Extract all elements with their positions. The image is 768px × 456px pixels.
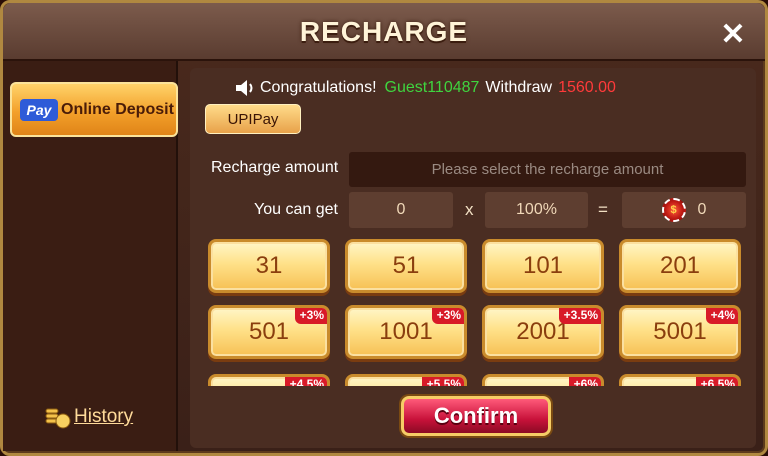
chip-icon: $ [661,198,686,222]
close-button[interactable]: ✕ [705,15,761,53]
amount-value: 1001 [379,318,433,345]
base-amount: 0 [349,192,453,228]
tab-upipay[interactable]: UPIPay [205,104,301,134]
amount-row-partial: +4.5% +5.5% +6% +6.5% [190,374,756,386]
amount-button[interactable]: 501 +3% [208,305,330,359]
amount-button[interactable]: +4.5% [208,374,330,386]
coins-icon [45,408,71,429]
history-label: History [74,406,134,427]
notice-user: Guest110487 [384,79,480,96]
speaker-icon [236,80,253,96]
amount-value: 31 [255,252,283,279]
close-icon: ✕ [720,17,746,51]
bonus-badge: +3% [294,308,327,324]
amount-button[interactable]: 51 [345,239,467,293]
bonus-badge: +5.5% [421,377,464,386]
amount-value: 101 [522,252,564,279]
recharge-amount-label: Recharge amount [211,159,339,176]
bonus-badge: +4.5% [284,377,327,386]
bonus-badge: +3.5% [558,308,601,324]
bonus-badge: +6.5% [695,377,738,386]
amount-button[interactable]: +5.5% [345,374,467,386]
bonus-badge: +6% [568,377,601,386]
result-value: 0 [697,201,707,218]
bonus-badge: +3% [431,308,464,324]
amount-button[interactable]: 201 [619,239,741,293]
notice-marquee: Congratulations! Guest110487 Withdraw 15… [234,76,616,100]
amount-button[interactable]: 1001 +3% [345,305,467,359]
sidebar-item-label: Online Deposit [61,100,174,118]
amount-value: 201 [659,252,701,279]
amount-button[interactable]: 5001 +4% [619,305,741,359]
history-link[interactable]: History [44,402,133,432]
amount-button[interactable]: 101 [482,239,604,293]
equals-sign: = [598,200,608,219]
amount-button[interactable]: 31 [208,239,330,293]
notice-amount: 1560.00 [558,79,616,96]
dialog-title: RECHARGE [299,16,469,47]
multiply-sign: x [465,200,474,219]
amount-button[interactable]: +6.5% [619,374,741,386]
amount-button[interactable]: +6% [482,374,604,386]
you-can-get-label: You can get [254,201,338,218]
sidebar-item-online-deposit[interactable]: Pay Online Deposit [10,82,178,137]
amount-value: 51 [392,252,420,279]
amount-value: 5001 [653,318,707,345]
pay-icon: Pay [20,98,58,121]
confirm-button[interactable]: Confirm [401,396,551,436]
notice-action: Withdraw [485,79,553,96]
recharge-amount-input[interactable]: Please select the recharge amount [349,152,746,187]
bonus-badge: +4% [705,308,738,324]
amount-value: 501 [248,318,290,345]
amount-button[interactable]: 2001 +3.5% [482,305,604,359]
notice-text: Congratulations! [260,79,377,96]
result-amount: $ 0 [622,192,746,228]
bonus-rate: 100% [485,192,588,228]
